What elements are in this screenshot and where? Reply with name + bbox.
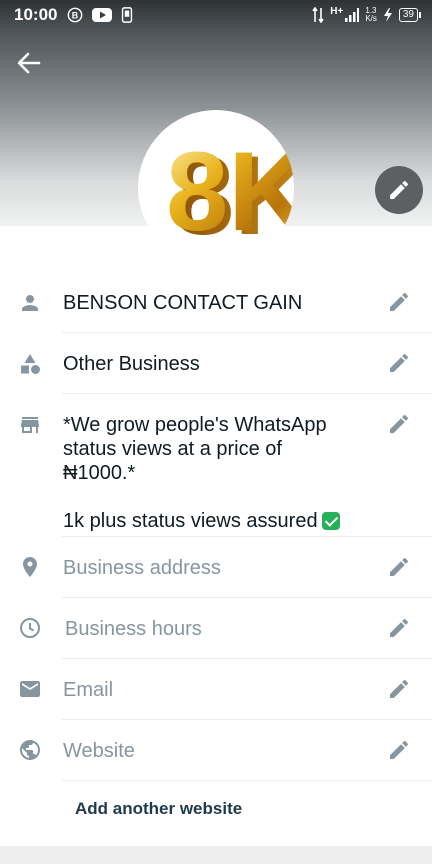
description-line: *We grow people's WhatsApp: [63, 414, 327, 436]
divider: [62, 393, 432, 394]
divider: [62, 536, 432, 537]
email-row[interactable]: Email: [0, 669, 432, 717]
globe-icon: [20, 740, 40, 760]
phone-icon: [121, 7, 133, 23]
description-line-with-check: 1k plus status views assured: [63, 509, 373, 533]
business-address-field: Business address: [63, 557, 221, 579]
status-bar: 10:00 B H+ 1.3 K/s 39: [0, 0, 432, 30]
category-row[interactable]: Other Business: [0, 344, 432, 392]
business-avatar[interactable]: 8K 8K: [138, 110, 294, 266]
website-row[interactable]: Website: [0, 730, 432, 778]
address-row[interactable]: Business address: [0, 547, 432, 595]
email-field: Email: [63, 679, 114, 701]
website-field: Website: [63, 740, 135, 762]
business-name: BENSON CONTACT GAIN: [63, 292, 303, 314]
description-line: ₦1000.*: [63, 462, 136, 484]
b-badge-icon: B: [67, 7, 83, 23]
business-description: *We grow people's WhatsApp status views …: [63, 413, 373, 533]
category-shapes-icon: [21, 354, 40, 374]
description-line: status views at a price of: [63, 438, 282, 460]
network-type: H+: [330, 6, 344, 17]
store-icon: [21, 417, 39, 433]
back-arrow-icon[interactable]: [14, 48, 44, 78]
charging-icon: [383, 8, 392, 22]
status-time: 10:00: [14, 5, 58, 24]
add-another-website-link[interactable]: Add another website: [75, 799, 242, 819]
net-speed-unit: K/s: [365, 14, 377, 23]
edit-name-pencil-icon[interactable]: [387, 290, 411, 314]
edit-description-pencil-icon[interactable]: [387, 412, 411, 436]
svg-text:B: B: [72, 11, 78, 21]
check-mark-emoji-icon: [321, 512, 340, 530]
edit-email-pencil-icon[interactable]: [387, 677, 411, 701]
net-speed: 1.3 K/s: [365, 7, 377, 23]
divider: [62, 780, 432, 781]
edit-address-pencil-icon[interactable]: [387, 555, 411, 579]
clock-icon: [20, 618, 40, 638]
edit-category-pencil-icon[interactable]: [387, 351, 411, 375]
youtube-icon: [92, 8, 112, 22]
avatar-text: 8K: [166, 129, 294, 254]
pencil-icon: [390, 180, 409, 199]
edit-photo-button[interactable]: [375, 166, 423, 214]
data-arrows-icon: [312, 7, 324, 23]
divider: [62, 719, 432, 720]
battery-level: 39: [398, 8, 422, 22]
divider: [62, 597, 432, 598]
location-pin-icon: [23, 557, 37, 577]
signal-icon: [345, 8, 360, 22]
person-icon: [22, 295, 38, 311]
mail-icon: [20, 681, 40, 697]
description-line: 1k plus status views assured: [63, 510, 318, 532]
description-row[interactable]: *We grow people's WhatsApp status views …: [0, 405, 432, 535]
avatar-8k-image: 8K 8K: [166, 129, 294, 258]
divider: [62, 658, 432, 659]
hours-row[interactable]: Business hours: [0, 608, 432, 656]
business-category: Other Business: [63, 353, 200, 375]
edit-hours-pencil-icon[interactable]: [387, 616, 411, 640]
edit-website-pencil-icon[interactable]: [387, 738, 411, 762]
divider: [62, 332, 432, 333]
name-row[interactable]: BENSON CONTACT GAIN: [0, 284, 432, 332]
business-hours-field: Business hours: [65, 618, 202, 640]
bottom-section-divider: [0, 846, 432, 864]
status-indicators: H+ 1.3 K/s 39: [312, 6, 422, 24]
